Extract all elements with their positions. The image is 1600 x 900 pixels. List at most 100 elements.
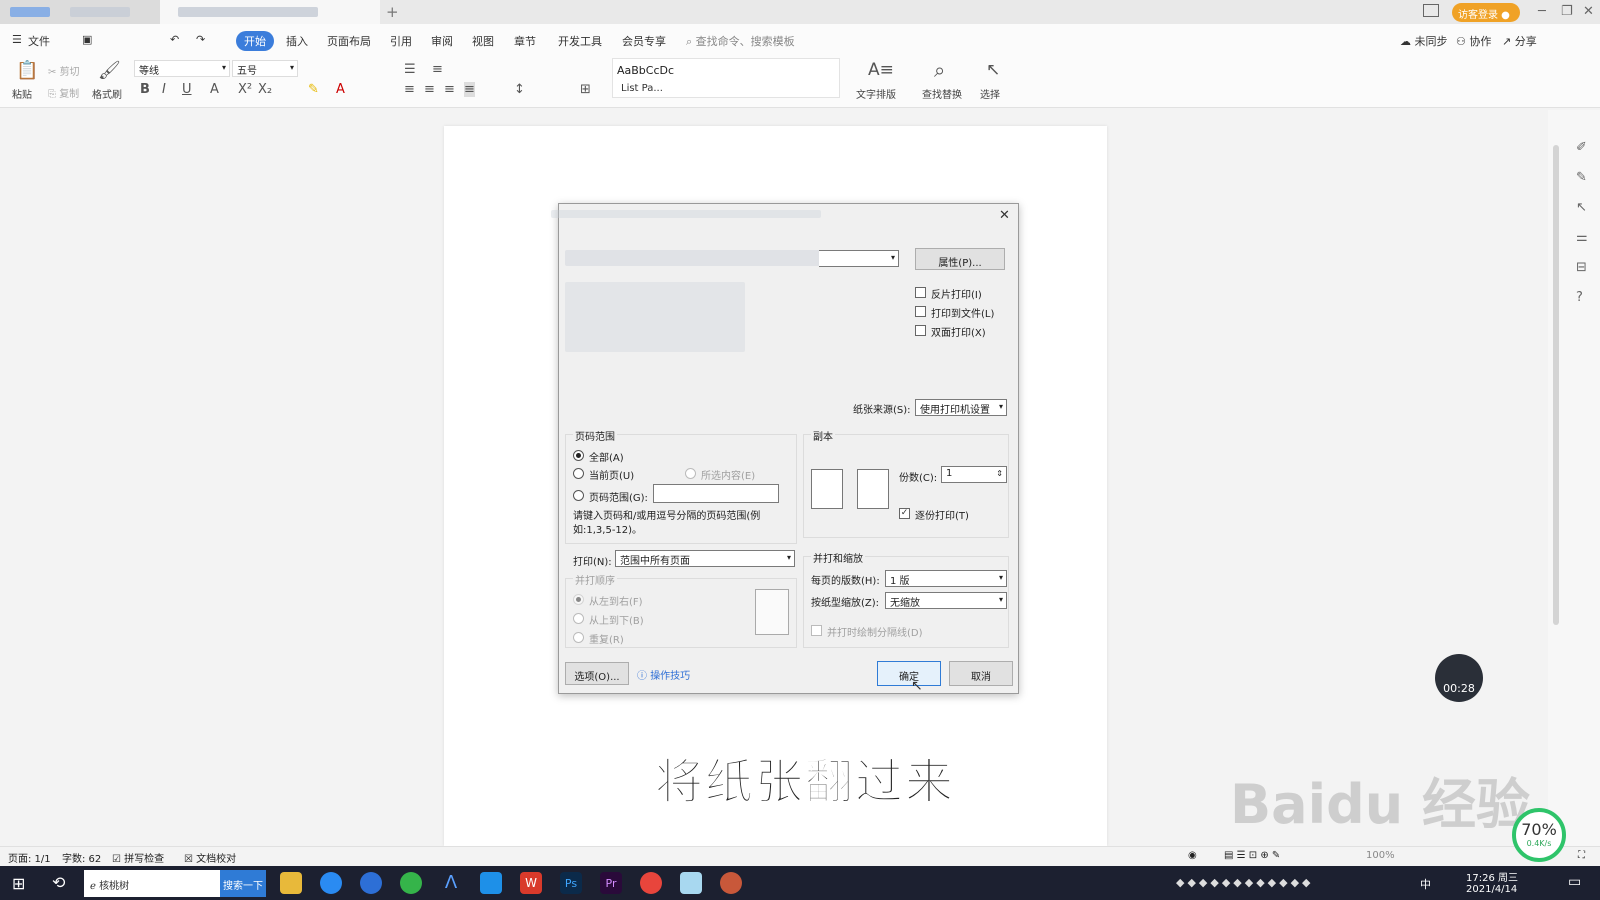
underline-icon[interactable]: U [182,82,192,97]
windows-start-icon[interactable]: ⊞ [12,874,25,893]
draw-lines-checkbox[interactable] [811,625,822,636]
justify-icon[interactable]: ≡ [464,82,475,97]
scale-to-paper-select[interactable]: 无缩放 ▾ [885,592,1007,609]
paste-button[interactable]: 粘贴 [12,86,32,101]
font-color-icon[interactable]: A [336,82,345,97]
clock-time[interactable]: 17:26 周三 [1466,869,1518,884]
selection-radio[interactable] [685,468,696,479]
word-count[interactable]: 字数: 62 [62,850,101,865]
proofread-button[interactable]: ☒ 文档校对 [184,850,236,865]
sync-status[interactable]: ☁ 未同步 [1400,33,1448,49]
file-explorer-icon[interactable] [280,872,302,894]
vertical-scrollbar[interactable] [1553,145,1559,625]
save-icon[interactable]: ▣ [82,33,92,46]
visitor-login-button[interactable]: 访客登录 ● [1452,3,1520,22]
order-lr-radio[interactable] [573,594,584,605]
pen-icon[interactable]: ✎ [1576,170,1587,185]
chrome-icon[interactable] [640,872,662,894]
photoshop-icon[interactable]: Ps [560,872,582,894]
borders-icon[interactable]: ⊞ [580,82,591,97]
network-speed-widget[interactable]: 70% 0.4K/s [1512,808,1566,862]
search-go-button[interactable]: 搜索一下 [220,870,266,897]
paste-icon[interactable]: 📋 [16,60,38,81]
style-gallery[interactable]: AaBbCcDc List Pa... [612,58,840,98]
notes-icon[interactable] [680,872,702,894]
maximize-icon[interactable]: ❐ [1561,4,1573,19]
print-what-select[interactable]: 范围中所有页面 ▾ [615,550,795,567]
align-right-icon[interactable]: ≡ [444,82,455,97]
menu-file[interactable]: 文件 [28,33,50,49]
select-cursor-icon[interactable]: ↖ [986,60,1000,80]
menu-home[interactable]: 开始 [236,31,274,51]
settings-sliders-icon[interactable]: ⚌ [1576,230,1588,245]
app-s-icon[interactable] [360,872,382,894]
app-green-icon[interactable] [400,872,422,894]
view-mode-icons[interactable]: ▤ ☰ ⊡ ⊕ ✎ [1224,850,1280,861]
undo-icon[interactable]: ↶ [170,33,179,46]
system-tray-icons[interactable]: ◆◆◆◆◆◆◆◆◆◆◆◆ [1176,876,1314,889]
new-tab-icon[interactable]: + [386,3,399,21]
bold-icon[interactable]: B [140,82,150,97]
dialog-close-icon[interactable]: ✕ [999,208,1010,223]
collate-checkbox[interactable]: ✓ [899,508,910,519]
find-replace-button[interactable]: 查找替换 [922,86,962,101]
game-icon[interactable] [720,872,742,894]
menu-view[interactable]: 视图 [472,33,494,49]
notification-icon[interactable]: ▭ [1568,874,1581,890]
format-painter-icon[interactable]: 🖌 [98,60,121,81]
menu-developer[interactable]: 开发工具 [558,33,602,49]
layout-icon[interactable] [1423,4,1439,17]
pages-per-sheet-select[interactable]: 1 版 ▾ [885,570,1007,587]
style-panel-icon[interactable]: ✐ [1576,140,1587,155]
line-spacing-icon[interactable]: ↕ [514,82,525,97]
collab-button[interactable]: ⚇ 协作 [1456,33,1491,49]
menu-references[interactable]: 引用 [390,33,412,49]
help-icon[interactable]: ? [1576,290,1583,305]
copies-count-input[interactable]: 1 ⇕ [941,466,1007,483]
properties-button[interactable]: 属性(P)... [915,248,1005,270]
menu-member[interactable]: 会员专享 [622,33,666,49]
search-command-input[interactable]: ⌕ 查找命令、搜索模板 [686,33,795,49]
page-range-input[interactable] [653,484,779,503]
superscript-icon[interactable]: X² [238,82,252,97]
task-view-icon[interactable]: ⟲ [52,873,65,892]
pointer-icon[interactable]: ↖ [1576,200,1587,215]
ime-indicator[interactable]: 中 [1420,876,1431,892]
share-button[interactable]: ↗ 分享 [1502,33,1537,49]
menu-review[interactable]: 审阅 [431,33,453,49]
order-tb-radio[interactable] [573,613,584,624]
eye-protect-icon[interactable]: ◉ [1188,850,1197,861]
menu-insert[interactable]: 插入 [286,33,308,49]
browser-search-box[interactable]: ℯ 核桃树 [84,870,220,897]
align-center-icon[interactable]: ≡ [424,82,435,97]
fullscreen-icon[interactable]: ⛶ [1578,850,1585,861]
menu-chapter[interactable]: 章节 [514,33,536,49]
find-replace-icon[interactable]: ⌕ [934,58,945,82]
order-repeat-radio[interactable] [573,632,584,643]
strikethrough-icon[interactable]: A [210,82,219,97]
format-painter-button[interactable]: 格式刷 [92,86,122,101]
menu-page-layout[interactable]: 页面布局 [327,33,371,49]
highlight-icon[interactable]: ✎ [308,82,319,97]
bullet-list-icon[interactable]: ☰ [404,62,416,77]
select-button[interactable]: 选择 [980,86,1000,101]
clock-date[interactable]: 2021/4/14 [1466,884,1517,895]
text-layout-button[interactable]: 文字排版 [856,86,896,101]
qq-browser-icon[interactable] [320,872,342,894]
zoom-level[interactable]: 100% [1366,850,1395,861]
numbered-list-icon[interactable]: ≡ [432,62,443,77]
text-layout-icon[interactable]: A≡ [868,60,894,80]
wps-writer-icon[interactable]: W [520,872,542,894]
current-page-radio[interactable] [573,468,584,479]
page-range-radio[interactable] [573,490,584,501]
ok-button[interactable]: 确定 [877,661,941,686]
font-size-select[interactable]: 五号 ▾ [232,60,298,77]
print-to-file-checkbox[interactable] [915,306,926,317]
document-tab-1[interactable] [0,0,160,24]
premiere-icon[interactable]: Pr [600,872,622,894]
backup-icon[interactable]: ⊟ [1576,260,1587,275]
reverse-print-checkbox[interactable] [915,287,926,298]
paper-source-select[interactable]: 使用打印机设置 ▾ [915,399,1007,416]
printer-select[interactable]: ▾ [819,250,899,267]
italic-icon[interactable]: I [162,82,166,97]
